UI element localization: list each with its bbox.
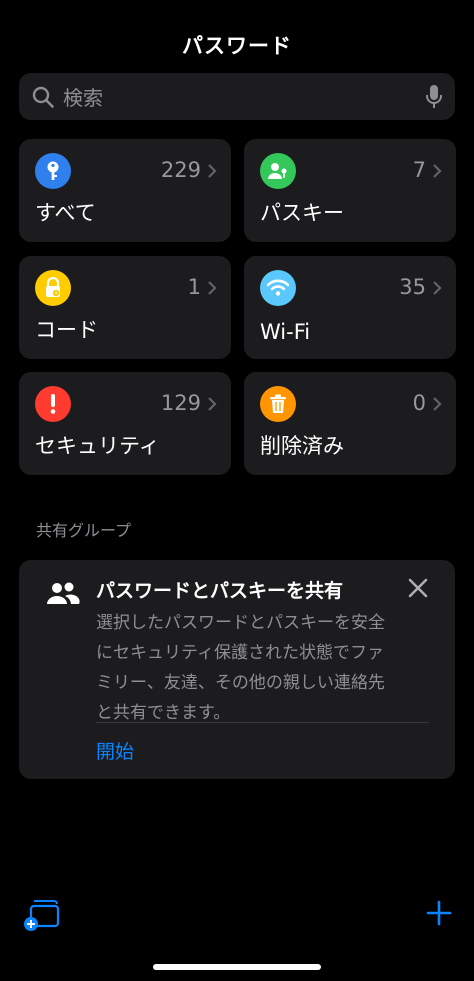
shared-groups-heading: 共有グループ	[36, 521, 132, 540]
add-icon[interactable]	[426, 900, 452, 926]
home-indicator	[153, 964, 321, 970]
person-badge-key-icon	[260, 153, 296, 189]
card-description-line: 選択したパスワードとパスキーを安全	[96, 613, 385, 633]
chevron-right-icon	[208, 164, 217, 178]
chevron-right-icon	[433, 397, 442, 411]
category-passkeys[interactable]: 7 パスキー	[244, 139, 456, 242]
count: 1	[187, 275, 201, 299]
people-icon	[47, 582, 80, 604]
count: 35	[399, 275, 426, 299]
category-wifi[interactable]: 35 Wi-Fi	[244, 256, 456, 359]
category-security[interactable]: 129 セキュリティ	[19, 372, 231, 475]
exclamation-icon	[35, 386, 71, 422]
category-label: すべて	[35, 201, 96, 225]
chevron-right-icon	[208, 281, 217, 295]
microphone-icon[interactable]	[425, 84, 443, 110]
count: 129	[160, 391, 201, 415]
category-label: 削除済み	[260, 434, 344, 458]
chevron-right-icon	[433, 164, 442, 178]
category-label: パスキー	[260, 201, 344, 225]
wifi-icon	[260, 270, 296, 306]
close-icon[interactable]	[407, 577, 429, 599]
category-deleted[interactable]: 0 削除済み	[244, 372, 456, 475]
card-description: 選択したパスワードとパスキーを安全 にセキュリティ保護された状態でファ ミリー、…	[96, 608, 436, 728]
chevron-right-icon	[433, 281, 442, 295]
search-icon	[32, 86, 54, 108]
divider	[96, 722, 429, 723]
page-title: パスワード	[182, 34, 292, 58]
count: 7	[412, 158, 426, 182]
count: 229	[160, 158, 201, 182]
category-label: Wi-Fi	[260, 320, 311, 344]
trash-icon	[260, 386, 296, 422]
category-label: コード	[35, 318, 98, 342]
count: 0	[412, 391, 426, 415]
share-promo-card: パスワードとパスキーを共有 選択したパスワードとパスキーを安全 にセキュリティ保…	[19, 560, 455, 779]
card-description-line: と共有できます。	[96, 703, 231, 723]
search-bar[interactable]: 検索	[19, 73, 455, 120]
card-description-line: にセキュリティ保護された状態でファ	[96, 643, 384, 663]
category-label: セキュリティ	[35, 434, 160, 458]
lock-clock-icon	[35, 270, 71, 306]
card-description-line: ミリー、友達、その他の親しい連絡先	[96, 673, 385, 693]
category-all[interactable]: 229 すべて	[19, 139, 231, 242]
passwords-screen: パスワード 検索 229 すべて 7 パスキー 1 コード 35 Wi-Fi 1…	[0, 0, 474, 981]
key-icon	[35, 153, 71, 189]
start-button[interactable]: 開始	[96, 737, 134, 764]
new-group-icon[interactable]	[22, 895, 62, 933]
search-placeholder: 検索	[63, 86, 103, 110]
card-title: パスワードとパスキーを共有	[96, 580, 344, 602]
chevron-right-icon	[208, 397, 217, 411]
category-codes[interactable]: 1 コード	[19, 256, 231, 359]
